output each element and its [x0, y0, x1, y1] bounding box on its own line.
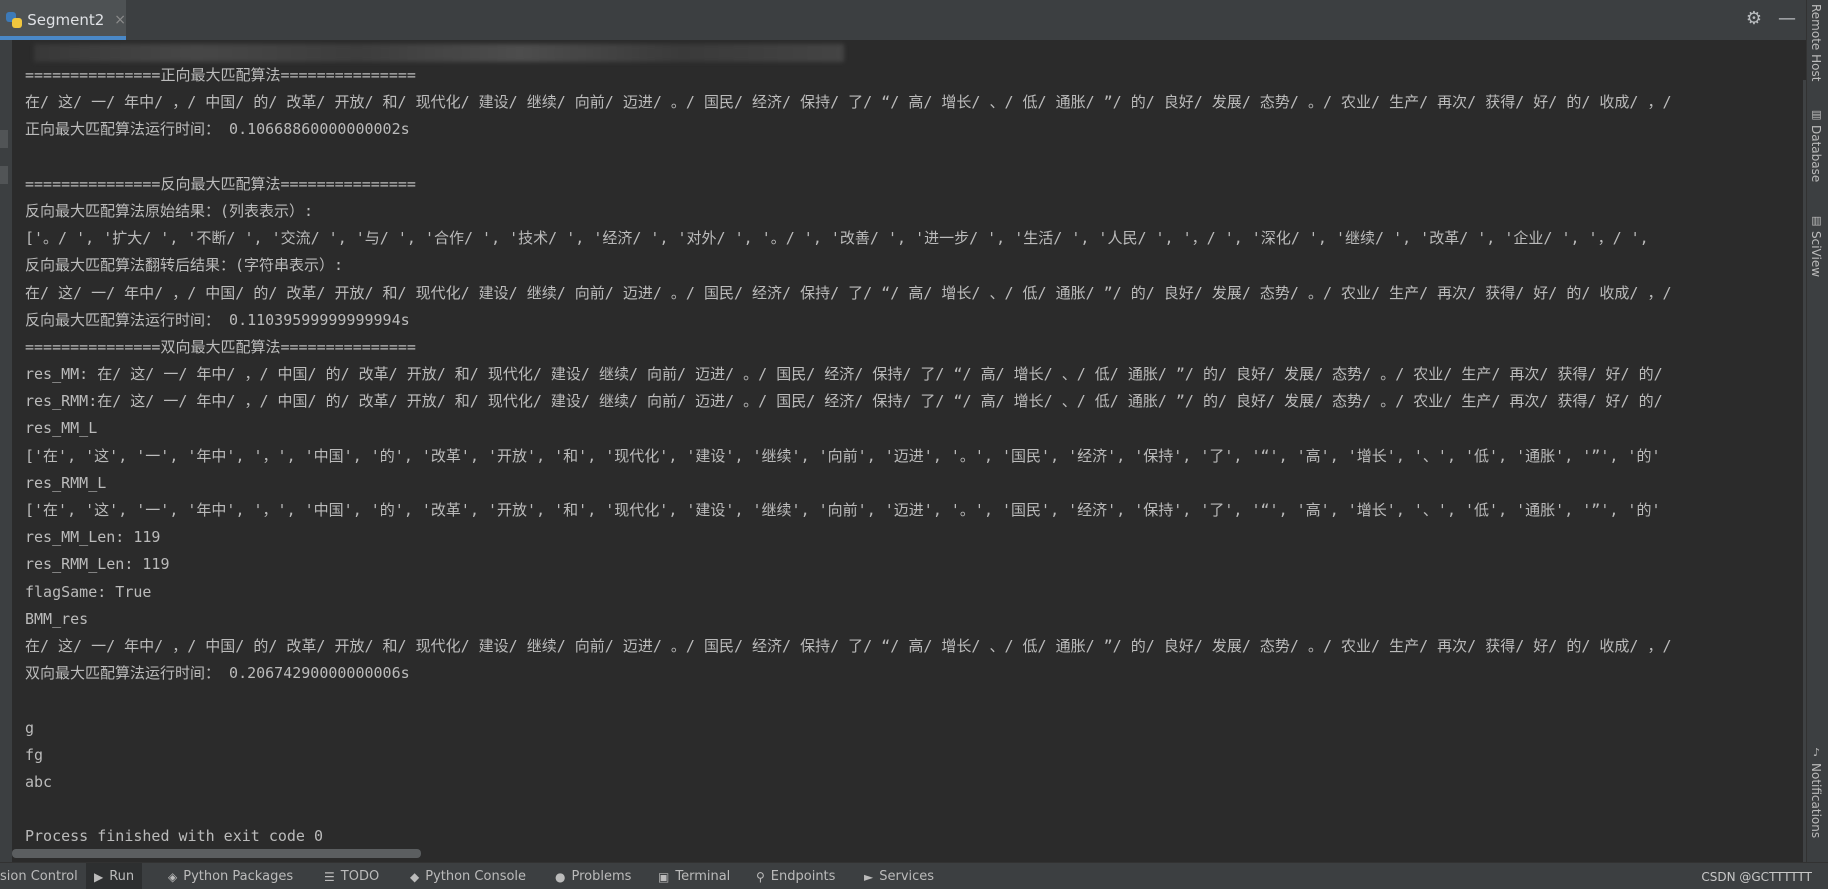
console-line: 正向最大匹配算法运行时间： 0.10668860000000002s [25, 120, 410, 139]
console-line: ===============正向最大匹配算法=============== [25, 66, 416, 84]
console-line: 在/ 这/ 一/ 年中/ ，/ 中国/ 的/ 改革/ 开放/ 和/ 现代化/ 建… [25, 93, 1672, 112]
ide-window: Segment2 × ⚙ — ===============正向最大匹配算法==… [0, 0, 1828, 889]
minimize-icon[interactable]: — [1778, 8, 1796, 30]
sciview-icon: ▥ [1810, 214, 1823, 227]
terminal-icon: ▣ [658, 869, 670, 884]
list-icon: ☰ [324, 869, 335, 884]
database-tool[interactable]: ▤ Database [1809, 108, 1823, 182]
tab-run[interactable]: ▶ Run [86, 863, 143, 889]
tab-tools: ⚙ — [1746, 8, 1796, 30]
tab-python-packages[interactable]: ◈ Python Packages [168, 863, 293, 889]
console-line: 反向最大匹配算法翻转后结果：(字符串表示）: [25, 256, 344, 275]
tab-title: Segment2 [27, 11, 105, 29]
console-line: ['在', '这', '一', '年中', '，', '中国', '的', '改… [25, 501, 1661, 519]
redacted-command-line [34, 44, 844, 62]
python-console-icon: ◆ [410, 869, 420, 884]
console-line: abc [25, 772, 53, 791]
tab-label: Endpoints [770, 869, 836, 884]
watermark: CSDN @GCTTTTTT [1701, 870, 1812, 884]
sciview-label: SciView [1809, 231, 1823, 278]
console-line: ===============反向最大匹配算法=============== [25, 174, 416, 193]
right-tool-strip: Remote Host ▤ Database ▥ SciView ♪ Notifica… [1806, 0, 1828, 862]
bell-icon: ♪ [1810, 746, 1823, 759]
tab-endpoints[interactable]: ⚲ Endpoints [756, 863, 835, 889]
console-line: fg [25, 745, 44, 764]
console-line: res_MM_Len: 119 [25, 528, 161, 547]
console-line: res_RMM_Len: 119 [25, 555, 170, 574]
tab-terminal[interactable]: ▣ Terminal [658, 863, 730, 889]
console-line: 双向最大匹配算法运行时间： 0.20674290000000006s [25, 664, 410, 683]
console-line: res_MM_L [25, 419, 98, 438]
console-line: ['在', '这', '一', '年中', '，', '中国', '的', '改… [25, 446, 1661, 465]
tab-todo[interactable]: ☰ TODO [324, 863, 379, 889]
database-icon: ▤ [1810, 108, 1823, 121]
console-line: 反向最大匹配算法原始结果：(列表表示）: [25, 201, 314, 220]
services-icon: ► [864, 869, 874, 884]
tab-services[interactable]: ► Services [864, 863, 934, 889]
console-line: g [25, 718, 35, 737]
tab-label: Terminal [675, 869, 731, 884]
remote-host-label: Remote Host [1809, 4, 1823, 82]
console-line: flagSame: True [25, 582, 152, 601]
gutter-marker [0, 130, 8, 148]
console-output[interactable]: ===============正向最大匹配算法=============== 在/… [25, 62, 1801, 850]
run-tab-bar: Segment2 × ⚙ — [0, 0, 1806, 41]
problems-icon: ● [555, 869, 566, 884]
console-line: BMM_res [25, 609, 89, 628]
remote-host-tool[interactable]: Remote Host [1809, 4, 1823, 81]
tab-label: Python Packages [183, 869, 294, 884]
gear-icon[interactable]: ⚙ [1746, 8, 1762, 30]
tab-label: TODO [340, 869, 380, 884]
run-console[interactable]: ===============正向最大匹配算法=============== 在/… [12, 40, 1806, 862]
layers-icon: ◈ [168, 869, 178, 884]
notifications-label: Notifications [1809, 763, 1823, 839]
python-icon [6, 12, 22, 28]
tab-label: sion Control [0, 869, 78, 884]
tab-label: Run [109, 869, 135, 884]
tab-python-console[interactable]: ◆ Python Console [410, 863, 526, 889]
tab-label: Services [879, 869, 935, 884]
tab-version-control[interactable]: sion Control [0, 863, 78, 889]
console-line: res_MM: 在/ 这/ 一/ 年中/ ，/ 中国/ 的/ 改革/ 开放/ 和… [25, 365, 1663, 384]
tab-segment2[interactable]: Segment2 × [0, 0, 126, 40]
play-icon: ▶ [94, 869, 104, 884]
tab-problems[interactable]: ● Problems [555, 863, 631, 889]
bottom-tool-bar: sion Control ▶ Run ◈ Python Packages ☰ TODO… [0, 862, 1828, 889]
tab-label: Python Console [425, 869, 527, 884]
console-line: Process finished with exit code 0 [25, 827, 324, 846]
notifications-tool[interactable]: ♪ Notifications [1809, 746, 1823, 838]
console-line: 在/ 这/ 一/ 年中/ ，/ 中国/ 的/ 改革/ 开放/ 和/ 现代化/ 建… [25, 636, 1672, 655]
tab-label: Problems [571, 869, 632, 884]
console-line: ===============双向最大匹配算法=============== [25, 337, 416, 356]
close-icon[interactable]: × [114, 12, 126, 28]
console-line: 反向最大匹配算法运行时间： 0.11039599999999994s [25, 310, 410, 329]
horizontal-scrollbar[interactable] [12, 849, 421, 858]
console-line: ['。/ ', '扩大/ ', '不断/ ', '交流/ ', '与/ ', '… [25, 229, 1649, 248]
console-line: res_RMM_L [25, 473, 107, 492]
left-gutter [0, 40, 12, 862]
database-label: Database [1809, 125, 1823, 183]
endpoints-icon: ⚲ [756, 869, 765, 884]
console-line: 在/ 这/ 一/ 年中/ ，/ 中国/ 的/ 改革/ 开放/ 和/ 现代化/ 建… [25, 283, 1672, 302]
sciview-tool[interactable]: ▥ SciView [1809, 214, 1823, 277]
console-line: res_RMM:在/ 这/ 一/ 年中/ ，/ 中国/ 的/ 改革/ 开放/ 和… [25, 392, 1663, 411]
gutter-marker [0, 166, 8, 184]
